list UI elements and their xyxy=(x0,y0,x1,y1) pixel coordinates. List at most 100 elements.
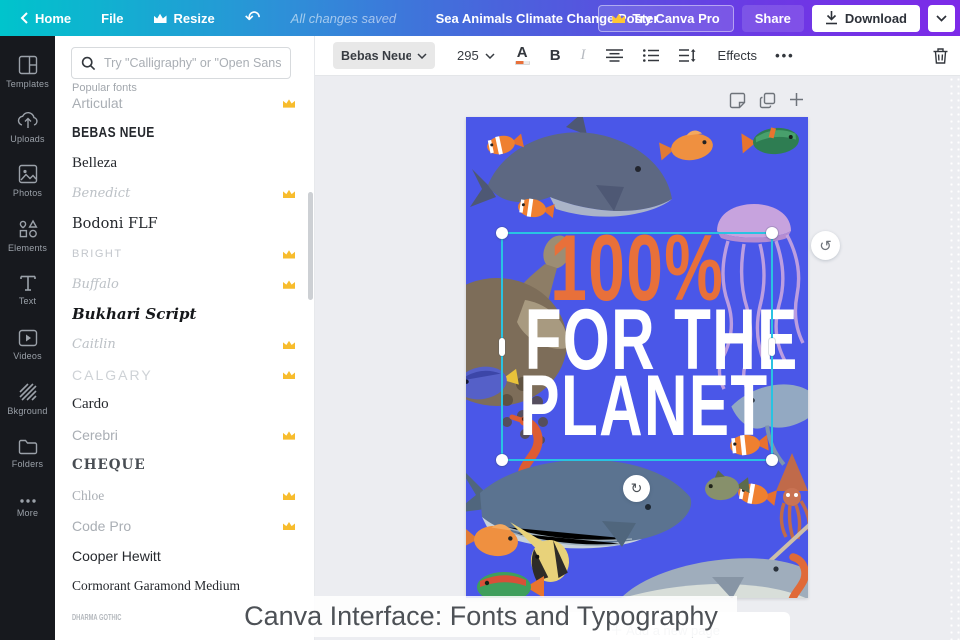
workspace-scroll-strip xyxy=(948,76,960,640)
font-name: BRIGHT xyxy=(72,248,123,261)
bold-button[interactable]: B xyxy=(550,47,561,64)
search-icon xyxy=(81,56,96,70)
trash-icon xyxy=(933,47,948,64)
selection-handle-bottom-left[interactable] xyxy=(496,454,508,466)
text-color-swatch xyxy=(514,61,530,65)
caption-overlay: Canva Interface: Fonts and Typography xyxy=(225,596,737,637)
font-search-input[interactable] xyxy=(104,56,281,70)
font-list-item[interactable]: Cooper Hewitt xyxy=(55,541,309,571)
selection-handle-bottom-right[interactable] xyxy=(766,454,778,466)
canvas-workspace[interactable]: 100% FOR THE PLANET ↻ ↺ ＋ Add a new page xyxy=(315,76,960,640)
text-selection-box[interactable] xyxy=(496,227,778,466)
undo-arrow-icon: ↶ xyxy=(244,7,261,29)
font-list-item[interactable]: Belleza xyxy=(55,148,309,178)
font-list-item[interactable]: Buffalo xyxy=(55,269,309,299)
sidebar-item-label: Uploads xyxy=(10,133,45,144)
duplicate-page-button[interactable] xyxy=(759,92,776,109)
add-page-icon-button[interactable] xyxy=(789,92,804,109)
home-button[interactable]: Home xyxy=(20,11,71,26)
download-button[interactable]: Download xyxy=(811,4,920,32)
premium-crown-icon xyxy=(283,521,295,531)
font-list-item[interactable]: BRIGHT xyxy=(55,239,309,269)
sidebar-item-photos[interactable]: Photos xyxy=(0,154,55,209)
font-list-item[interactable]: CALGARY xyxy=(55,360,309,390)
font-family-select[interactable]: Bebas Neue xyxy=(333,42,435,69)
align-center-button[interactable] xyxy=(605,49,623,62)
font-list-item[interactable]: Bodoni FLF xyxy=(55,209,309,239)
font-list: Articulat BEBAS NEUE Belleza Benedict Bodoni… xyxy=(55,88,309,640)
share-label: Share xyxy=(754,10,791,26)
try-pro-label: Try Canva Pro xyxy=(632,10,720,26)
sidebar-item-templates[interactable]: Templates xyxy=(0,45,55,100)
sidebar-item-label: Text xyxy=(18,296,37,307)
align-center-icon xyxy=(605,49,623,62)
cycle-suggestions-button[interactable]: ↺ xyxy=(811,231,840,260)
sidebar-item-uploads[interactable]: Uploads xyxy=(0,100,55,155)
sidebar-item-videos[interactable]: Videos xyxy=(0,318,55,373)
templates-icon xyxy=(18,55,38,75)
font-name: Code Pro xyxy=(72,517,132,534)
sidebar-item-label: More xyxy=(16,508,39,519)
italic-button[interactable]: I xyxy=(581,47,586,64)
crown-icon xyxy=(612,13,626,23)
panel-scrollbar[interactable] xyxy=(308,192,313,300)
rotate-handle[interactable]: ↻ xyxy=(623,475,650,502)
sidebar-item-elements[interactable]: Elements xyxy=(0,209,55,264)
selection-handle-top-left[interactable] xyxy=(496,227,508,239)
font-search-box xyxy=(71,47,291,79)
selection-handle-left[interactable] xyxy=(499,338,505,356)
font-list-item[interactable]: Chloe xyxy=(55,480,309,510)
duplicate-icon xyxy=(759,92,776,109)
delete-button[interactable] xyxy=(933,47,948,64)
font-size-select[interactable]: 295 xyxy=(457,48,495,63)
sidebar-item-folders[interactable]: Folders xyxy=(0,427,55,482)
share-button[interactable]: Share xyxy=(741,4,804,32)
premium-crown-icon xyxy=(283,250,295,259)
premium-crown-icon xyxy=(283,99,295,108)
try-canva-pro-button[interactable]: Try Canva Pro xyxy=(598,4,734,32)
more-options-button[interactable]: ••• xyxy=(775,48,795,63)
font-list-item[interactable]: Bukhari Script xyxy=(55,299,309,329)
line-spacing-button[interactable] xyxy=(678,49,696,62)
font-name: Cardo xyxy=(72,396,109,413)
plus-icon xyxy=(790,93,803,106)
file-button[interactable]: File xyxy=(101,11,123,26)
line-spacing-icon xyxy=(678,49,696,62)
font-list-item[interactable]: CHEQUE xyxy=(55,450,309,480)
resize-label: Resize xyxy=(173,10,215,26)
font-name: CALGARY xyxy=(72,366,153,383)
top-bar: Home File Resize ↶ All changes saved Sea… xyxy=(0,0,960,36)
sidebar-item-bkground[interactable]: Bkground xyxy=(0,372,55,427)
effects-button[interactable]: Effects xyxy=(718,48,758,63)
bullet-list-button[interactable] xyxy=(642,49,659,62)
undo-button[interactable]: ↶ xyxy=(245,7,261,30)
notes-button[interactable] xyxy=(729,92,746,109)
autosave-status: All changes saved xyxy=(290,10,397,26)
font-list-item[interactable]: Benedict xyxy=(55,179,309,209)
download-icon xyxy=(825,11,837,25)
sidebar-item-text[interactable]: Text xyxy=(0,263,55,318)
selection-handle-right[interactable] xyxy=(769,338,775,356)
sidebar-item-more[interactable]: More xyxy=(0,481,55,536)
download-options-button[interactable] xyxy=(928,4,955,32)
sidebar-nav: Templates Uploads Photos Elements Text Videos… xyxy=(0,36,55,640)
cycle-icon: ↺ xyxy=(819,237,832,255)
font-name: Articulat xyxy=(72,95,123,112)
font-name: Cooper Hewitt xyxy=(72,547,161,564)
font-list-item[interactable]: BEBAS NEUE xyxy=(55,118,309,148)
caption-text: Canva Interface: Fonts and Typography xyxy=(244,601,718,631)
text-icon xyxy=(19,274,37,292)
text-color-button[interactable]: A xyxy=(514,45,530,65)
premium-crown-icon xyxy=(283,371,295,380)
resize-button[interactable]: Resize xyxy=(153,10,215,26)
folders-icon xyxy=(18,438,38,455)
font-list-item[interactable]: Articulat xyxy=(55,88,309,118)
font-name: Bodoni FLF xyxy=(72,215,158,232)
selection-handle-top-right[interactable] xyxy=(766,227,778,239)
font-list-item[interactable]: Code Pro xyxy=(55,511,309,541)
font-list-item[interactable]: Cardo xyxy=(55,390,309,420)
font-list-item[interactable]: Caitlin xyxy=(55,330,309,360)
text-toolbar: Bebas Neue 295 A B I Effects ••• xyxy=(315,36,960,76)
font-list-item[interactable]: Cerebri xyxy=(55,420,309,450)
font-name: Buffalo xyxy=(72,276,119,292)
